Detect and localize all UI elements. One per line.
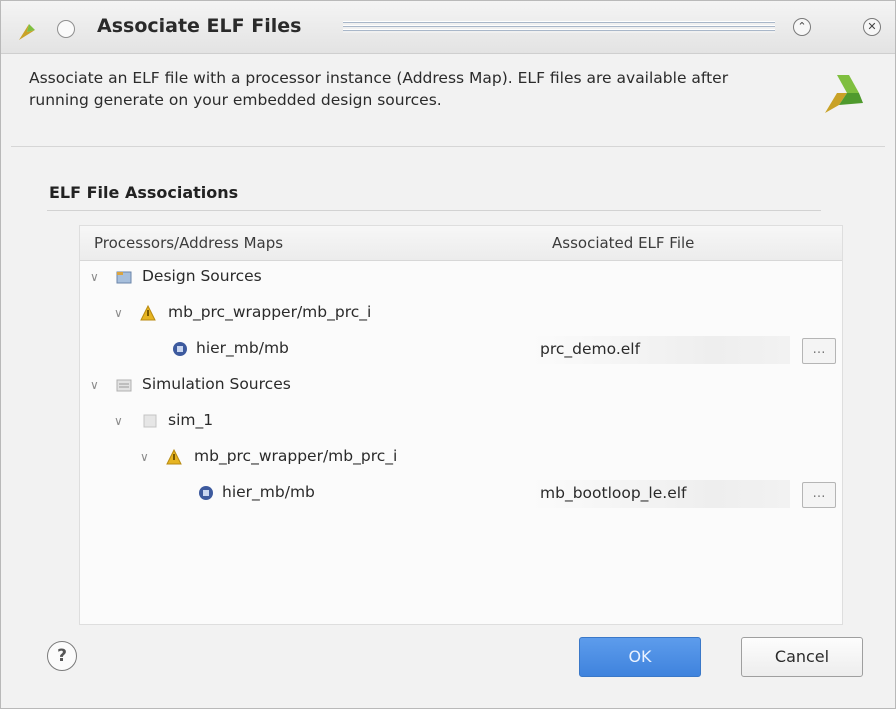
- tree-row-sim-1[interactable]: ∨ sim_1: [80, 404, 842, 440]
- tree-label: sim_1: [168, 411, 214, 429]
- tree-label: Design Sources: [142, 267, 262, 285]
- browse-elf-button[interactable]: …: [802, 482, 836, 508]
- tree-row-sim-processor[interactable]: hier_mb/mb mb_bootloop_le.elf …: [80, 476, 842, 512]
- processor-icon: [173, 342, 187, 356]
- window-menu-icon[interactable]: [57, 20, 75, 38]
- close-button[interactable]: ✕: [863, 18, 881, 36]
- dialog-description: Associate an ELF file with a processor i…: [29, 69, 729, 109]
- elf-file-value: prc_demo.elf: [540, 340, 641, 358]
- elf-associations-table[interactable]: Processors/Address Maps Associated ELF F…: [79, 225, 843, 625]
- dialog-title: Associate ELF Files: [97, 15, 302, 37]
- tree-row-sim-wrapper[interactable]: ∨ mb_prc_wrapper/mb_prc_i: [80, 440, 842, 476]
- associate-elf-files-dialog: Associate ELF Files ⌃ ✕ Associate an ELF…: [0, 0, 896, 709]
- tree-row-design-sources[interactable]: ∨ Design Sources: [80, 260, 842, 296]
- block-design-warning-icon: [166, 449, 182, 465]
- design-sources-icon: [116, 271, 132, 284]
- help-button[interactable]: ?: [47, 641, 77, 671]
- tree-row-simulation-sources[interactable]: ∨ Simulation Sources: [80, 368, 842, 404]
- section-underline: [47, 210, 821, 211]
- fileset-icon: [143, 414, 157, 428]
- chevron-down-icon[interactable]: ∨: [140, 450, 149, 464]
- elf-file-value: mb_bootloop_le.elf: [540, 484, 687, 502]
- tree-label: mb_prc_wrapper/mb_prc_i: [194, 447, 398, 465]
- cancel-button[interactable]: Cancel: [741, 637, 863, 677]
- title-grip-lines: [343, 21, 775, 33]
- tree-row-design-processor[interactable]: hier_mb/mb prc_demo.elf …: [80, 332, 842, 368]
- browse-elf-button[interactable]: …: [802, 338, 836, 364]
- tree-label: hier_mb/mb: [222, 483, 315, 501]
- chevron-down-icon[interactable]: ∨: [90, 270, 99, 284]
- vivado-logo-icon: [825, 75, 863, 113]
- vivado-app-icon: [19, 24, 35, 40]
- ok-button[interactable]: OK: [579, 637, 701, 677]
- title-bar[interactable]: Associate ELF Files ⌃ ✕: [1, 1, 895, 54]
- chevron-down-icon[interactable]: ∨: [90, 378, 99, 392]
- chevron-down-icon[interactable]: ∨: [114, 414, 123, 428]
- chevron-down-icon[interactable]: ∨: [114, 306, 123, 320]
- header-separator: [11, 146, 885, 147]
- tree-label: mb_prc_wrapper/mb_prc_i: [168, 303, 372, 321]
- tree-label: hier_mb/mb: [196, 339, 289, 357]
- elf-file-cell[interactable]: mb_bootloop_le.elf: [532, 480, 790, 508]
- block-design-warning-icon: [140, 305, 156, 321]
- minimize-button[interactable]: ⌃: [793, 18, 811, 36]
- column-header-elf-file[interactable]: Associated ELF File: [552, 234, 694, 252]
- tree-label: Simulation Sources: [142, 375, 291, 393]
- column-header-processors[interactable]: Processors/Address Maps: [94, 234, 283, 252]
- table-header: Processors/Address Maps Associated ELF F…: [80, 226, 842, 261]
- elf-file-cell[interactable]: prc_demo.elf: [532, 336, 790, 364]
- tree-row-design-wrapper[interactable]: ∨ mb_prc_wrapper/mb_prc_i: [80, 296, 842, 332]
- processor-icon: [199, 486, 213, 500]
- section-title: ELF File Associations: [49, 183, 239, 202]
- simulation-sources-icon: [116, 379, 132, 392]
